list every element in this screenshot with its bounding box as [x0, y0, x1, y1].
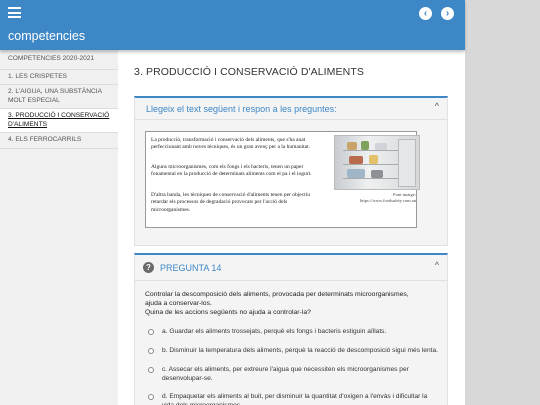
main-content: 3. PRODUCCIÓ I CONSERVACIÓ D'ALIMENTS Ll… — [118, 50, 465, 405]
sidebar-item-crispetes[interactable]: 1. LES CRISPETES — [0, 70, 118, 85]
answer-option-d[interactable]: d. Empaquetar els aliments al buit, per … — [148, 393, 438, 405]
question-line: Quina de les accions següents no ajuda a… — [145, 309, 311, 316]
radio-button[interactable] — [148, 348, 154, 354]
radio-button[interactable] — [148, 329, 154, 335]
option-label: c. Assecar els aliments, per extreure l'… — [162, 366, 409, 382]
top-app-bar: competencies ‹ › — [0, 0, 465, 50]
question-line: ajuda a conservar-los. — [145, 300, 212, 307]
help-icon: ? — [143, 262, 154, 273]
background-gutter — [465, 0, 540, 405]
chevron-up-icon[interactable]: ^ — [435, 260, 439, 270]
answer-option-c[interactable]: c. Assecar els aliments, per extreure l'… — [148, 366, 438, 383]
answer-option-b[interactable]: b. Disminuir la temperatura dels aliment… — [148, 347, 438, 356]
fridge-photo — [334, 135, 420, 190]
reading-paragraph: La producció, transformació i conservaci… — [151, 137, 310, 151]
chevron-up-icon[interactable]: ^ — [435, 101, 439, 111]
question-card-header[interactable]: ? PREGUNTA 14 ^ — [135, 255, 447, 281]
question-title: PREGUNTA 14 — [160, 263, 222, 273]
reading-text-box: La producció, transformació i conservaci… — [145, 131, 420, 228]
option-label: d. Empaquetar els aliments al buit, per … — [162, 393, 428, 405]
app-title: competencies — [8, 29, 86, 43]
radio-button[interactable] — [148, 367, 154, 373]
sidebar-item-aigua[interactable]: 2. L'AIGUA, UNA SUBSTÀNCIA MOLT ESPECIAL — [0, 85, 118, 109]
chevron-left-icon[interactable]: ‹ — [419, 7, 432, 20]
option-label: b. Disminuir la temperatura dels aliment… — [162, 347, 438, 354]
radio-button[interactable] — [148, 394, 154, 400]
image-credit: Font imatge: https://www.foodsafety.com.… — [346, 192, 416, 204]
answer-option-a[interactable]: a. Guardar els aliments trossejats, perq… — [148, 328, 438, 337]
question-line: Controlar la descomposició dels aliments… — [145, 291, 409, 298]
option-label: a. Guardar els aliments trossejats, perq… — [162, 328, 387, 335]
question-text: Controlar la descomposició dels aliments… — [145, 290, 435, 317]
chevron-right-icon[interactable]: › — [441, 7, 454, 20]
sidebar-item-ferrocarrils[interactable]: 4. ELS FERROCARRILS — [0, 133, 118, 149]
reading-card-header[interactable]: Llegeix el text següent i respon a les p… — [135, 98, 447, 120]
sidebar-item-competencies[interactable]: COMPETENCIES 2020-2021 — [0, 50, 118, 70]
sidebar-item-aliments[interactable]: 3. PRODUCCIÓ I CONSERVACIÓ D'ALIMENTS — [0, 109, 118, 133]
hamburger-menu-icon[interactable] — [8, 7, 21, 20]
reading-paragraph: D'altra banda, les tècniques de conserva… — [151, 192, 310, 213]
reading-instruction: Llegeix el text següent i respon a les p… — [146, 104, 337, 114]
page-title: 3. PRODUCCIÓ I CONSERVACIÓ D'ALIMENTS — [134, 66, 364, 78]
reading-card: Llegeix el text següent i respon a les p… — [134, 96, 448, 246]
sidebar-nav: COMPETENCIES 2020-2021 1. LES CRISPETES … — [0, 50, 118, 405]
reading-paragraph: Alguns microorganismes, com els fongs i … — [151, 164, 312, 178]
image-credit-url: https://www.foodsafety.com.au — [359, 198, 416, 203]
question-card: ? PREGUNTA 14 ^ Controlar la descomposic… — [134, 253, 448, 405]
